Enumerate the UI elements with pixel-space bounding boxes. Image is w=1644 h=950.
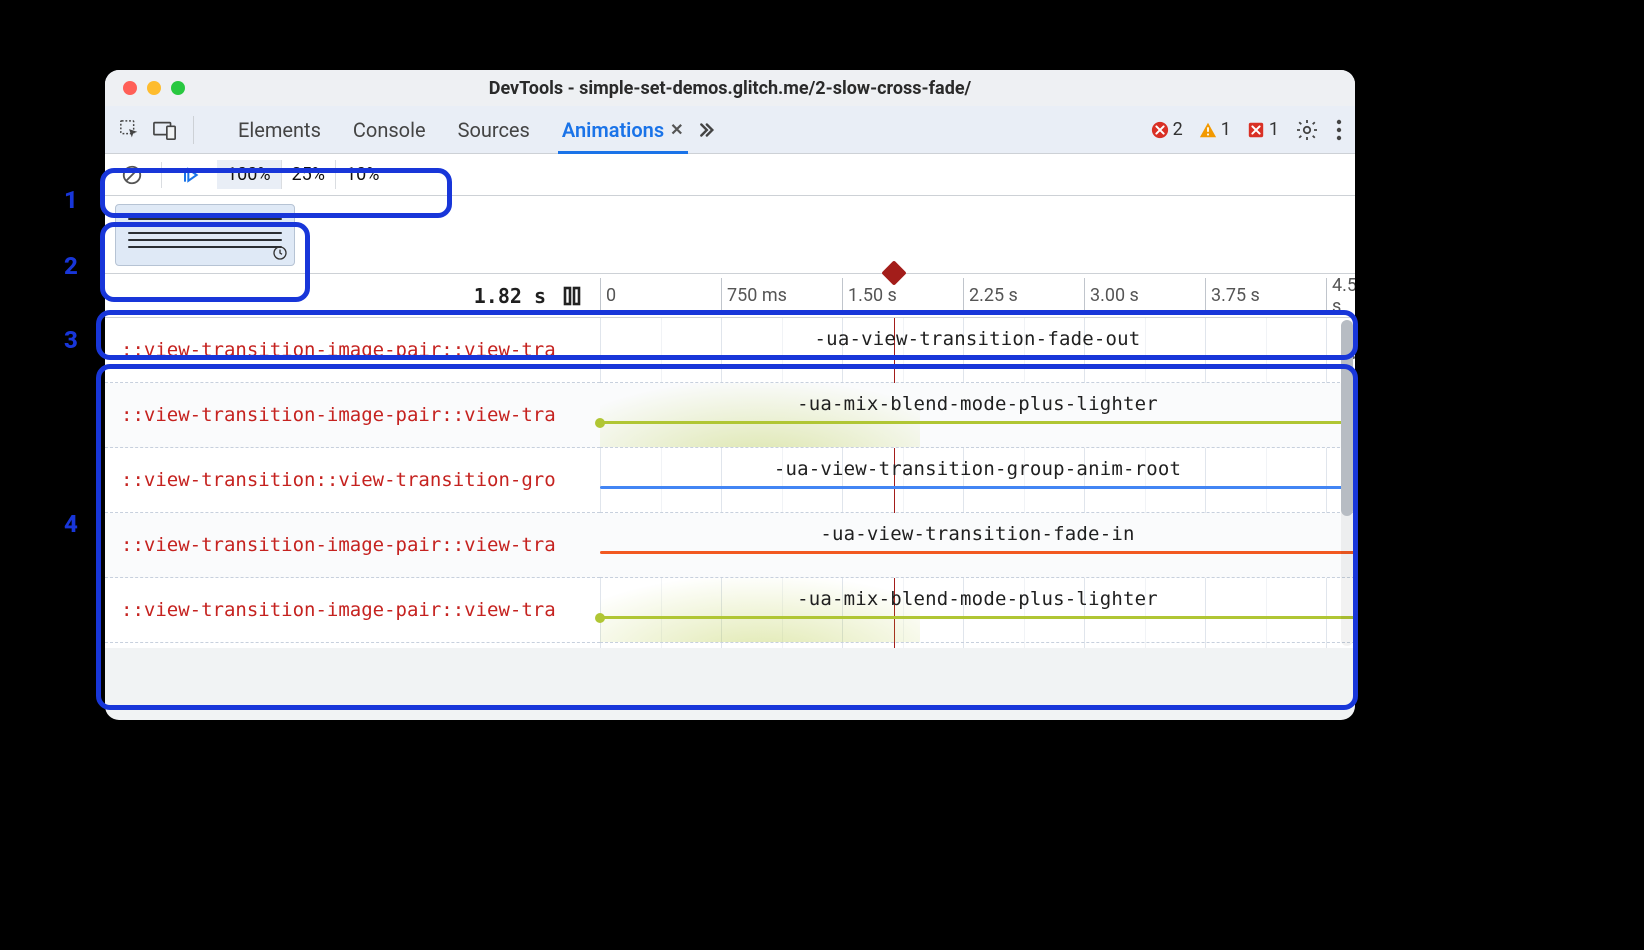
track-row[interactable]: ::view-transition-image-pair::view-tra — [105, 318, 600, 383]
animation-name-label: -ua-view-transition-fade-in — [600, 523, 1355, 545]
track-row[interactable]: ::view-transition-image-pair::view-tra — [105, 578, 600, 643]
window-title: DevTools - simple-set-demos.glitch.me/2-… — [105, 78, 1355, 99]
tab-label: Elements — [238, 118, 321, 142]
animation-name-label: -ua-view-transition-group-anim-root — [600, 458, 1355, 480]
warning-count[interactable]: 1 — [1199, 119, 1231, 140]
timeline-ruler[interactable]: 1.82 s 0 750 ms 1.50 s 2.25 s 3.00 s 3.75 s 4.… — [105, 274, 1355, 318]
ruler-tick: 4.50 s — [1326, 274, 1355, 317]
animation-name-label: -ua-view-transition-fade-out — [600, 328, 1355, 350]
track-selector-label: ::view-transition-image-pair::view-tra — [121, 599, 600, 621]
callout-4-label: 4 — [64, 510, 78, 538]
tab-elements[interactable]: Elements — [238, 118, 321, 142]
track-selector-label: ::view-transition::view-transition-gro — [121, 469, 600, 491]
tab-strip: Elements Console Sources Animations ✕ 2 — [105, 106, 1355, 154]
ruler-tick-label: 1.50 s — [848, 285, 897, 306]
track-row-timeline[interactable]: -ua-mix-blend-mode-plus-lighter — [600, 578, 1355, 643]
ruler-tick-label: 3.75 s — [1211, 285, 1260, 306]
track-row-timeline[interactable]: -ua-mix-blend-mode-plus-lighter — [600, 383, 1355, 448]
ruler-tick: 0 — [600, 274, 616, 317]
titlebar: DevTools - simple-set-demos.glitch.me/2-… — [105, 70, 1355, 106]
animation-bar[interactable] — [600, 356, 1355, 359]
tab-label: Animations — [562, 118, 664, 142]
separator — [193, 116, 194, 144]
device-toolbar-icon[interactable] — [153, 119, 177, 141]
tab-console[interactable]: Console — [353, 118, 426, 142]
tab-sources[interactable]: Sources — [458, 118, 530, 142]
animation-name-label: -ua-mix-blend-mode-plus-lighter — [600, 588, 1355, 610]
animations-toolbar: 100%25%10% — [105, 154, 1355, 196]
speed-10pct[interactable]: 10% — [335, 160, 389, 189]
track-row[interactable]: ::view-transition-image-pair::view-tra — [105, 513, 600, 578]
animation-group-tile[interactable] — [115, 204, 295, 266]
pause-icon[interactable] — [562, 285, 582, 307]
error-count[interactable]: 2 — [1151, 119, 1183, 140]
ruler-tick: 750 ms — [721, 274, 787, 317]
ruler-tick-label: 2.25 s — [969, 285, 1018, 306]
issues-count[interactable]: 1 — [1247, 119, 1279, 140]
warning-count-value: 1 — [1221, 119, 1231, 140]
track-row-timeline[interactable]: -ua-view-transition-fade-out — [600, 318, 1355, 383]
tab-label: Sources — [458, 118, 530, 142]
devtools-window: DevTools - simple-set-demos.glitch.me/2-… — [105, 70, 1355, 720]
kebab-menu-icon[interactable] — [1335, 119, 1343, 141]
callout-3-label: 3 — [64, 326, 78, 354]
animation-bar[interactable] — [600, 616, 1355, 619]
error-count-value: 2 — [1173, 119, 1183, 140]
track-row[interactable]: ::view-transition-image-pair::view-tra — [105, 383, 600, 448]
track-selector-label: ::view-transition-image-pair::view-tra — [121, 534, 600, 556]
callout-2-label: 2 — [64, 252, 78, 280]
animation-bar[interactable] — [600, 551, 1355, 554]
ruler-tick-label: 0 — [606, 285, 616, 306]
clock-icon — [272, 245, 288, 261]
play-pause-icon[interactable] — [174, 161, 206, 189]
close-tab-icon[interactable]: ✕ — [670, 120, 683, 139]
tab-label: Console — [353, 118, 426, 142]
track-row[interactable]: ::view-transition::view-transition-gro — [105, 448, 600, 513]
ruler-tick-label: 750 ms — [727, 285, 787, 306]
animation-bar[interactable] — [600, 421, 1355, 424]
animation-name-label: -ua-mix-blend-mode-plus-lighter — [600, 393, 1355, 415]
tab-animations[interactable]: Animations ✕ — [562, 118, 684, 142]
ruler-tick: 2.25 s — [963, 274, 1018, 317]
track-row-timeline[interactable]: -ua-view-transition-group-anim-root — [600, 448, 1355, 513]
animation-tracks: ::view-transition-image-pair::view-tra::… — [105, 318, 1355, 648]
current-time: 1.82 s — [474, 284, 546, 308]
ruler-tick: 3.00 s — [1084, 274, 1139, 317]
error-icon — [1151, 121, 1169, 139]
issues-count-value: 1 — [1269, 119, 1279, 140]
track-row-timeline[interactable]: -ua-view-transition-fade-in — [600, 513, 1355, 578]
ruler-tick-label: 3.00 s — [1090, 285, 1139, 306]
ruler-tick: 3.75 s — [1205, 274, 1260, 317]
animation-bar[interactable] — [600, 486, 1355, 489]
vertical-scrollbar[interactable] — [1341, 320, 1353, 646]
track-selector-label: ::view-transition-image-pair::view-tra — [121, 339, 600, 361]
inspect-element-icon[interactable] — [119, 119, 141, 141]
speed-25pct[interactable]: 25% — [281, 160, 335, 189]
callout-1-label: 1 — [64, 186, 78, 214]
animation-groups-strip — [105, 196, 1355, 274]
issues-icon — [1247, 121, 1265, 139]
speed-100pct[interactable]: 100% — [217, 160, 281, 189]
warning-icon — [1199, 121, 1217, 139]
separator — [161, 162, 162, 188]
track-selector-label: ::view-transition-image-pair::view-tra — [121, 404, 600, 426]
clear-icon[interactable] — [115, 160, 149, 190]
more-tabs-icon[interactable] — [694, 119, 716, 141]
ruler-tick-label: 4.50 s — [1332, 275, 1355, 317]
settings-gear-icon[interactable] — [1295, 118, 1319, 142]
